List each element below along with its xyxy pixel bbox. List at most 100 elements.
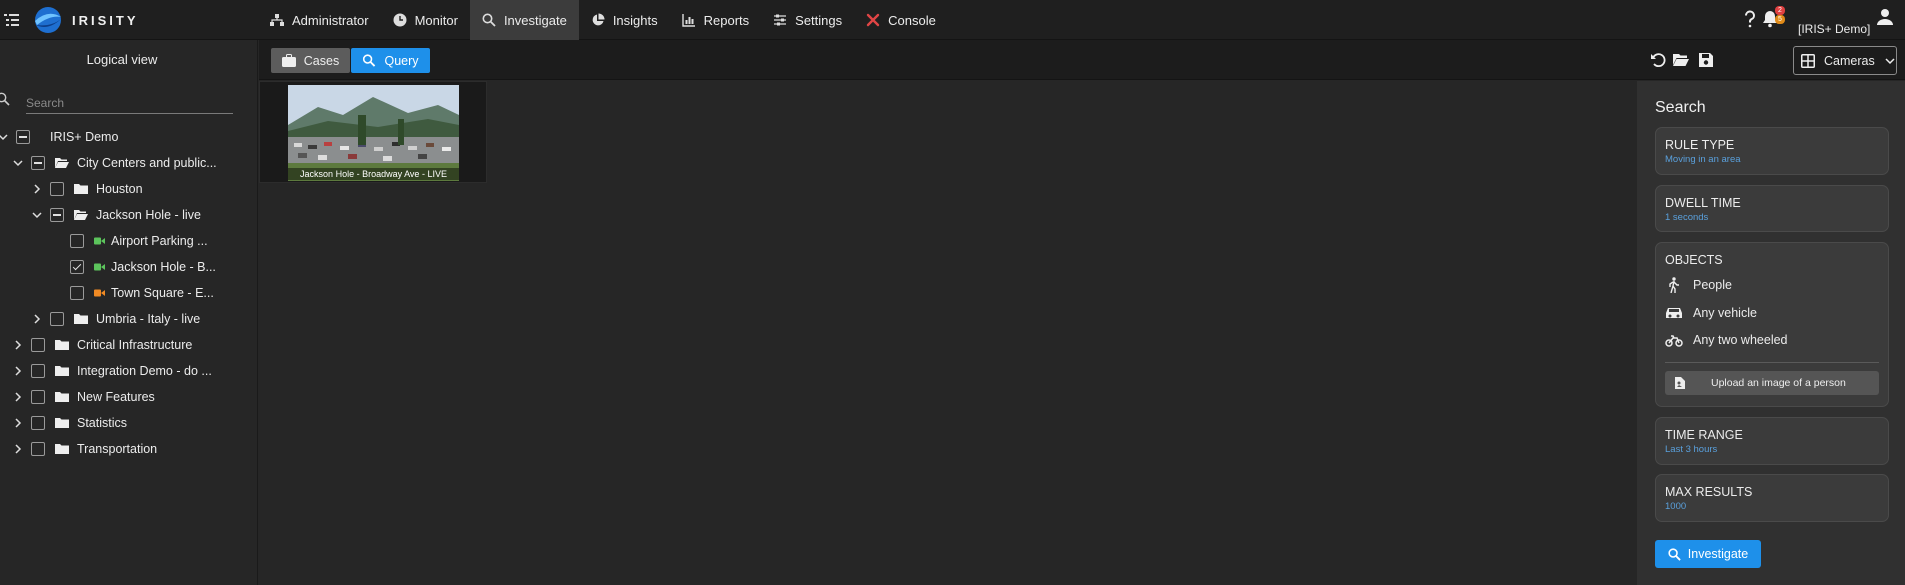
- undo-icon[interactable]: [1650, 52, 1666, 68]
- nav-administrator[interactable]: Administrator: [258, 0, 381, 40]
- object-option-people[interactable]: People: [1665, 276, 1732, 294]
- bar-chart-icon: [681, 14, 695, 27]
- max-results-title: MAX RESULTS: [1665, 485, 1753, 499]
- search-panel: Search RULE TYPE Moving in an area DWELL…: [1637, 81, 1905, 585]
- folder-icon: [55, 444, 69, 454]
- tree-row-camera-town-square[interactable]: Town Square - E...: [70, 283, 214, 303]
- folder-icon: [74, 184, 88, 194]
- tree-search-input[interactable]: [26, 92, 233, 114]
- cases-label: Cases: [303, 53, 340, 68]
- tree-label: Town Square - E...: [111, 286, 214, 300]
- nav-label: Reports: [703, 12, 750, 28]
- walking-person-icon: [1669, 277, 1679, 293]
- tree-checkbox[interactable]: [70, 234, 84, 248]
- folder-icon: [55, 418, 69, 428]
- rule-type-value: Moving in an area: [1665, 154, 1741, 165]
- chevron-right-icon[interactable]: [32, 314, 42, 324]
- upload-image-button[interactable]: Upload an image of a person: [1665, 371, 1879, 395]
- nav-settings[interactable]: Settings: [761, 0, 854, 40]
- tree-checkbox[interactable]: [50, 208, 64, 222]
- chevron-right-icon[interactable]: [13, 340, 23, 350]
- chevron-right-icon[interactable]: [13, 366, 23, 376]
- tree-label: Statistics: [77, 416, 128, 430]
- nav-label: Console: [888, 12, 936, 28]
- chevron-down-icon[interactable]: [0, 132, 8, 142]
- chevron-down-icon: [1885, 57, 1895, 64]
- chevron-right-icon[interactable]: [13, 418, 23, 428]
- chevron-right-icon[interactable]: [32, 184, 42, 194]
- menu-list-icon[interactable]: [4, 12, 20, 28]
- notification-badge-orange[interactable]: 5: [1775, 15, 1785, 24]
- nav-console[interactable]: Console: [854, 0, 948, 40]
- video-camera-icon: [94, 263, 105, 271]
- max-results-value: 1000: [1665, 501, 1687, 512]
- query-button[interactable]: Query: [351, 48, 430, 73]
- tools-icon: [866, 13, 880, 27]
- chevron-right-icon[interactable]: [13, 444, 23, 454]
- search-panel-title: Search: [1655, 99, 1706, 116]
- tree-label: Airport Parking ...: [111, 234, 208, 248]
- tree-checkbox[interactable]: [31, 338, 45, 352]
- tree-checkbox[interactable]: [31, 156, 45, 170]
- result-thumbnail[interactable]: Jackson Hole - Broadway Ave - LIVE: [259, 81, 487, 183]
- chevron-right-icon[interactable]: [13, 392, 23, 402]
- view-select[interactable]: Cameras: [1793, 46, 1897, 75]
- tree-checkbox[interactable]: [31, 364, 45, 378]
- folder-open-icon: [74, 210, 88, 220]
- pie-chart-icon: [592, 13, 605, 26]
- tree-row-statistics[interactable]: Statistics: [13, 413, 127, 433]
- search-icon: [0, 92, 10, 106]
- tree-row-houston[interactable]: Houston: [32, 179, 143, 199]
- notification-badge-red[interactable]: 2: [1775, 6, 1785, 15]
- time-range-card[interactable]: TIME RANGE Last 3 hours: [1655, 417, 1889, 465]
- chevron-down-icon[interactable]: [13, 158, 23, 168]
- tree-checkbox[interactable]: [31, 416, 45, 430]
- camera-snapshot-image: [288, 85, 459, 181]
- user-icon[interactable]: [1877, 8, 1893, 26]
- nav-reports[interactable]: Reports: [670, 0, 762, 40]
- folder-icon: [55, 366, 69, 376]
- tree-row-city-centers[interactable]: City Centers and public...: [13, 153, 217, 173]
- tree-row-critical-infrastructure[interactable]: Critical Infrastructure: [13, 335, 192, 355]
- tree-checkbox[interactable]: [31, 442, 45, 456]
- nav-insights[interactable]: Insights: [579, 0, 670, 40]
- tree-row-transportation[interactable]: Transportation: [13, 439, 157, 459]
- tree-row-jackson-hole[interactable]: Jackson Hole - live: [32, 205, 201, 225]
- object-option-vehicle[interactable]: Any vehicle: [1665, 304, 1757, 322]
- tree-label: Jackson Hole - live: [96, 208, 201, 222]
- rule-type-title: RULE TYPE: [1665, 138, 1735, 152]
- nav-investigate[interactable]: Investigate: [469, 0, 579, 40]
- tree-label: New Features: [77, 390, 155, 404]
- chevron-down-icon[interactable]: [32, 210, 42, 220]
- investigate-button[interactable]: Investigate: [1655, 540, 1761, 568]
- tree-checkbox[interactable]: [16, 130, 30, 144]
- tree-row-umbria[interactable]: Umbria - Italy - live: [32, 309, 200, 329]
- object-option-two-wheeled[interactable]: Any two wheeled: [1665, 331, 1788, 349]
- question-icon[interactable]: [1743, 10, 1757, 28]
- video-camera-icon: [94, 237, 105, 245]
- nav-monitor[interactable]: Monitor: [381, 0, 470, 40]
- tree-row-new-features[interactable]: New Features: [13, 387, 155, 407]
- tree-checkbox[interactable]: [31, 390, 45, 404]
- tree-row-integration-demo[interactable]: Integration Demo - do ...: [13, 361, 212, 381]
- top-bar: IRISITY Administrator Monitor Investigat…: [0, 0, 1905, 40]
- save-icon[interactable]: [1698, 52, 1714, 68]
- tree-checkbox[interactable]: [70, 286, 84, 300]
- sitemap-icon: [270, 14, 284, 26]
- nav-label: Settings: [795, 12, 843, 28]
- tree-row-camera-jackson[interactable]: Jackson Hole - B...: [70, 257, 216, 277]
- dwell-time-card[interactable]: DWELL TIME 1 seconds: [1655, 185, 1889, 232]
- query-label: Query: [384, 53, 419, 68]
- tree-row-iris-demo[interactable]: IRIS+ Demo: [0, 127, 118, 147]
- view-select-value: Cameras: [1824, 53, 1875, 68]
- tree-row-camera-airport[interactable]: Airport Parking ...: [70, 231, 208, 251]
- tree-checkbox[interactable]: [50, 312, 64, 326]
- tree-checkbox[interactable]: [70, 260, 84, 274]
- folder-open-icon[interactable]: [1673, 52, 1689, 68]
- max-results-card[interactable]: MAX RESULTS 1000: [1655, 474, 1889, 522]
- rule-type-card[interactable]: RULE TYPE Moving in an area: [1655, 127, 1889, 175]
- panel-title: Logical view: [86, 52, 158, 67]
- tree-checkbox[interactable]: [50, 182, 64, 196]
- cases-button[interactable]: Cases: [271, 48, 350, 73]
- user-name[interactable]: [IRIS+ Demo]: [1798, 22, 1870, 36]
